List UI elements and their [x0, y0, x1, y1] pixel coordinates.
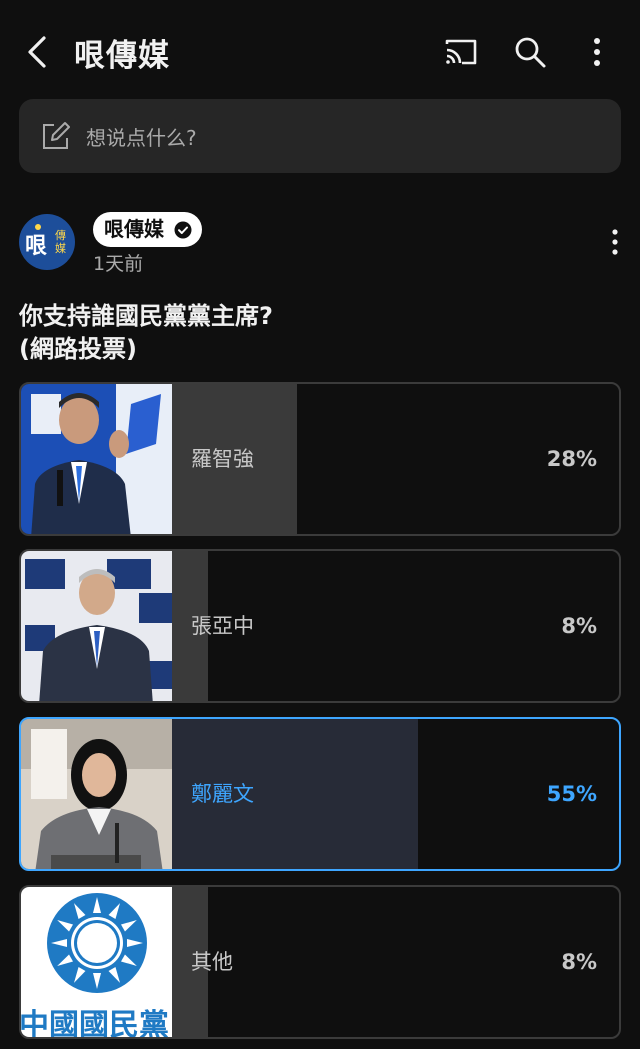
post-timestamp: 1天前: [93, 253, 144, 275]
cast-button[interactable]: [442, 34, 478, 70]
post-more-button[interactable]: [600, 227, 630, 257]
channel-name-chip[interactable]: 哏傳媒: [93, 212, 202, 247]
poll-option-label: 張亞中: [191, 614, 254, 638]
poll-question-line2: (網路投票): [19, 335, 137, 363]
poll-option[interactable]: 羅智強 28%: [19, 382, 621, 536]
top-app-bar: 哏傳媒: [0, 0, 640, 104]
more-vertical-icon: [594, 38, 600, 66]
post-header: 哏 傳媒 哏傳媒 1天前: [0, 205, 640, 285]
poll-option-label: 鄭麗文: [191, 782, 254, 806]
poll-option-label: 羅智強: [191, 447, 254, 471]
emblem-caption: 中國國民黨: [21, 1008, 169, 1037]
more-vertical-icon: [612, 229, 618, 255]
poll-option-percent: 55%: [546, 782, 597, 806]
channel-avatar[interactable]: 哏 傳媒: [19, 214, 75, 270]
poll-question-line1: 你支持誰國民黨黨主席?: [19, 302, 273, 330]
candidate-photo: [21, 384, 172, 534]
poll-option-percent: 8%: [561, 950, 597, 974]
poll-option[interactable]: 張亞中 8%: [19, 549, 621, 703]
avatar-logo-main: 哏: [25, 234, 48, 259]
compose-placeholder: 想说点什么?: [86, 126, 197, 150]
edit-icon: [40, 120, 72, 152]
cast-icon: [445, 39, 477, 65]
verified-check-icon: [174, 221, 192, 239]
poll-option-label: 其他: [191, 950, 233, 974]
channel-name: 哏傳媒: [104, 217, 164, 241]
poll-option-percent: 28%: [546, 447, 597, 471]
poll-option[interactable]: 中國國民黨 其他 8%: [19, 885, 621, 1039]
avatar-logo-side: 傳媒: [55, 229, 66, 255]
search-icon: [515, 37, 546, 68]
more-options-button[interactable]: [580, 34, 616, 70]
candidate-photo: [21, 719, 172, 869]
kmt-emblem: 中國國民黨: [21, 887, 172, 1037]
chevron-left-icon: [28, 36, 46, 68]
poll-option-selected[interactable]: 鄭麗文 55%: [19, 717, 621, 871]
candidate-photo: [21, 551, 172, 701]
page-title: 哏傳媒: [74, 38, 170, 74]
poll-option-percent: 8%: [561, 614, 597, 638]
poll-question: 你支持誰國民黨黨主席? (網路投票): [19, 300, 579, 366]
search-button[interactable]: [512, 34, 548, 70]
compose-post-field[interactable]: 想说点什么?: [19, 99, 621, 173]
back-button[interactable]: [22, 34, 58, 70]
